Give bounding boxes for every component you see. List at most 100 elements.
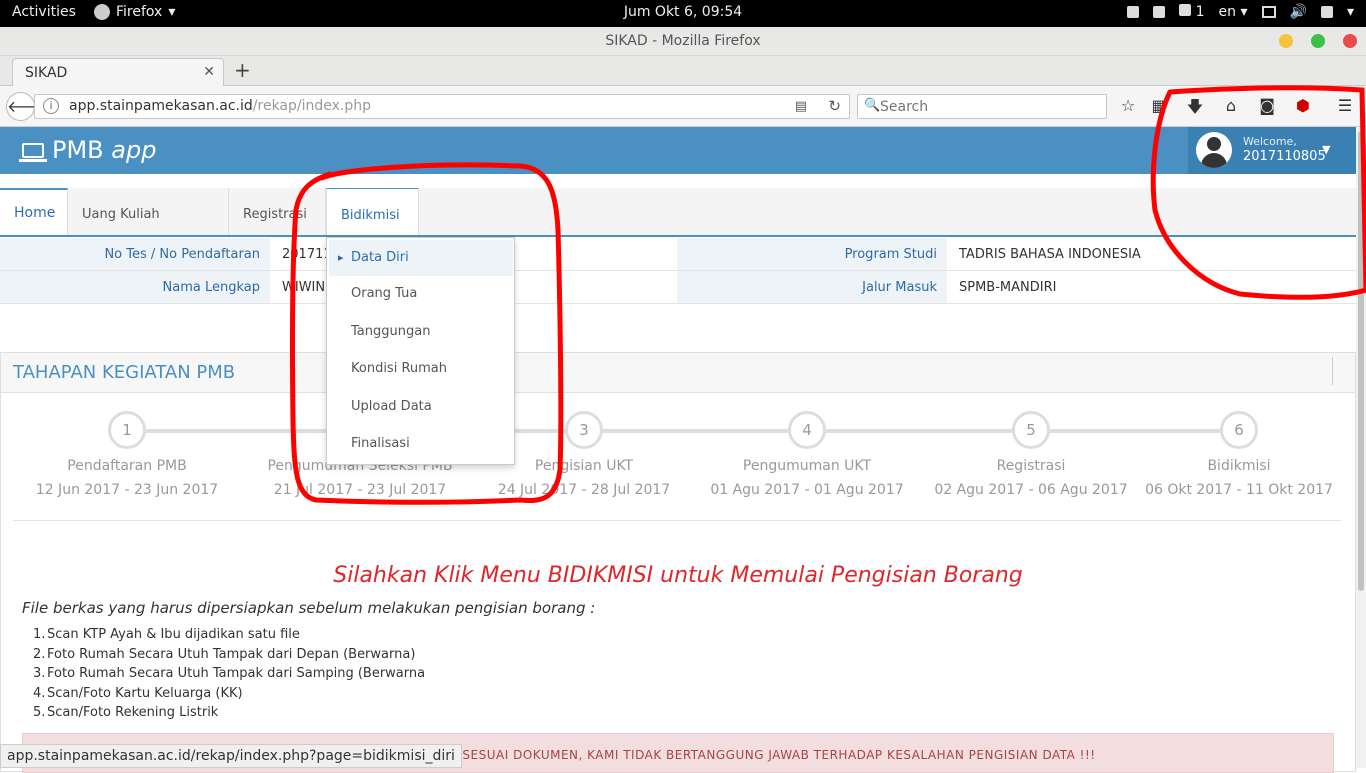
bookmarks-list-icon[interactable]: ▦	[1149, 96, 1169, 115]
menu-registrasi[interactable]: Registrasi ⌄	[229, 188, 326, 276]
workspace-indicator[interactable]: 1	[1179, 4, 1205, 20]
url-text[interactable]: app.stainpamekasan.ac.id/rekap/index.php	[69, 98, 371, 114]
workspace-number: 1	[1195, 4, 1205, 20]
step-1: 1 Pendaftaran PMB 12 Jun 2017 - 23 Jun 2…	[0, 411, 257, 498]
menu-home[interactable]: Home	[0, 188, 68, 235]
file-item-text: Scan KTP Ayah & Ibu dijadikan satu file	[47, 627, 300, 642]
main-menu: Home Uang Kuliah Tunggal ⌄ Registrasi ⌄ …	[0, 188, 1356, 277]
menu-bidikmisi-label: Bidikmisi	[341, 208, 400, 223]
battery-icon[interactable]	[1320, 6, 1333, 18]
notice-heading: Silahkan Klik Menu BIDIKMISI untuk Memul…	[333, 563, 1023, 588]
browser-tab[interactable]: SIKAD ✕	[12, 58, 224, 87]
search-input[interactable]	[880, 97, 1100, 116]
language-indicator[interactable]: en ▾	[1219, 4, 1248, 20]
volume-icon[interactable]: 🔊	[1290, 4, 1307, 20]
chevron-down-icon[interactable]: ▾	[1347, 4, 1354, 20]
pocket-icon[interactable]: ◙	[1257, 96, 1277, 115]
file-item-text: Foto Rumah Secara Utuh Tampak dari Depan…	[47, 646, 416, 662]
reload-icon[interactable]: ↻	[828, 97, 841, 115]
dropdown-item-kondisi-rumah[interactable]: Kondisi Rumah	[329, 351, 513, 387]
dropdown-item-upload-data[interactable]: Upload Data	[329, 389, 513, 425]
divider	[13, 520, 1341, 521]
back-button[interactable]: 🡐	[6, 92, 50, 121]
tab-strip: SIKAD ✕ +	[0, 56, 1366, 87]
step-6: 6 Bidikmisi 06 Okt 2017 - 11 Okt 2017	[1109, 411, 1366, 498]
menu-ukt[interactable]: Uang Kuliah Tunggal ⌄	[68, 188, 229, 276]
display-icon[interactable]	[1261, 6, 1276, 18]
menu-registrasi-label: Registrasi	[243, 207, 307, 222]
dropdown-item-data-diri[interactable]: Data Diri	[329, 240, 513, 276]
brand-suffix: app	[111, 136, 157, 164]
jalur-label: Jalur Masuk	[677, 271, 947, 303]
list-item: 3. Foto Rumah Secara Utuh Tampak dari Sam…	[33, 666, 426, 681]
dropdown-item-orang-tua[interactable]: Orang Tua	[329, 276, 513, 312]
window-title: SIKAD - Mozilla Firefox	[605, 33, 761, 49]
dropdown-item-finalisasi[interactable]: Finalisasi	[329, 426, 513, 462]
info-row: Nama Lengkap WIWIN Jalur Masuk SPMB-MAND…	[0, 271, 1356, 304]
close-window-button[interactable]	[1343, 34, 1357, 48]
menu-hamburger-icon[interactable]: ☰	[1335, 96, 1355, 115]
panel-tool-divider	[1332, 357, 1333, 385]
step-number: 4	[788, 411, 826, 449]
page-scrollbar[interactable]	[1356, 127, 1366, 768]
search-bar[interactable]: 🔍	[857, 94, 1107, 119]
step-4: 4 Pengumuman UKT 01 Agu 2017 - 01 Agu 20…	[677, 411, 937, 498]
menu-bidikmisi[interactable]: Bidikmisi ⌄	[326, 188, 419, 277]
step-date: 01 Agu 2017 - 01 Agu 2017	[710, 482, 904, 498]
url-host: app.stainpamekasan.ac.id	[69, 98, 253, 114]
reader-view-icon[interactable]: ▤	[795, 99, 807, 114]
panel-title: TAHAPAN KEGIATAN PMB	[13, 362, 236, 383]
bookmark-star-icon[interactable]: ☆	[1118, 96, 1138, 115]
dropdown-item-tanggungan[interactable]: Tanggungan	[329, 314, 513, 350]
system-tray[interactable]: 1 en ▾ 🔊 ▾	[1127, 4, 1354, 20]
welcome-label: Welcome,	[1243, 135, 1297, 148]
user-id: 2017110805	[1243, 149, 1326, 164]
ublock-icon[interactable]: ⬢	[1293, 96, 1313, 115]
maximize-button[interactable]	[1311, 34, 1325, 48]
app-brand[interactable]: PMB app	[19, 136, 157, 164]
step-number: 5	[1012, 411, 1050, 449]
tab-title: SIKAD	[25, 65, 68, 81]
file-list: 1. Scan KTP Ayah & Ibu dijadikan satu fil…	[33, 625, 426, 723]
step-date: 12 Jun 2017 - 23 Jun 2017	[35, 482, 219, 498]
prodi-label: Program Studi	[677, 238, 947, 270]
file-item-text: Scan/Foto Rekening Listrik	[47, 705, 219, 720]
list-item: 2. Foto Rumah Secara Utuh Tampak dari Dep…	[33, 646, 416, 662]
brand-name: PMB	[52, 136, 104, 164]
step-number: 1	[108, 411, 146, 449]
step-name: Pendaftaran PMB	[67, 458, 187, 474]
new-tab-button[interactable]: +	[234, 58, 251, 82]
list-item: 4. Scan/Foto Kartu Keluarga (KK)	[33, 685, 243, 701]
step-name: Bidikmisi	[1207, 458, 1271, 474]
scrollbar-thumb[interactable]	[1358, 131, 1364, 591]
step-date: 24 Jul 2017 - 28 Jul 2017	[497, 482, 671, 498]
list-item: 5. Scan/Foto Rekening Listrik	[33, 705, 219, 720]
step-date: 21 Jul 2017 - 23 Jul 2017	[273, 482, 447, 498]
window-title-bar: SIKAD - Mozilla Firefox	[0, 27, 1366, 56]
language-label: en	[1218, 4, 1237, 20]
clipboard-icon	[1179, 4, 1192, 16]
drive-icon[interactable]	[1153, 6, 1166, 18]
list-item: 1. Scan KTP Ayah & Ibu dijadikan satu fil…	[33, 627, 300, 642]
tahapan-panel: TAHAPAN KEGIATAN PMB 1 Pendaftaran PMB 1…	[0, 352, 1356, 773]
user-menu[interactable]: Welcome, 2017110805 ▼	[1188, 127, 1356, 174]
minimize-button[interactable]	[1279, 34, 1293, 48]
file-item-text: Foto Rumah Secara Utuh Tampak dari Sampi…	[47, 666, 426, 681]
laptop-icon	[19, 142, 47, 162]
intro-text: File berkas yang harus dipersiapkan sebe…	[22, 599, 596, 617]
sync-icon[interactable]	[1127, 6, 1140, 18]
step-number: 6	[1220, 411, 1258, 449]
no-tes-label: No Tes / No Pendaftaran	[0, 238, 270, 270]
info-icon[interactable]: i	[43, 98, 59, 114]
panel-header: TAHAPAN KEGIATAN PMB	[1, 353, 1355, 393]
home-icon[interactable]: ⌂	[1221, 96, 1241, 115]
url-path: /rekap/index.php	[252, 98, 372, 114]
close-tab-icon[interactable]: ✕	[203, 64, 215, 80]
nama-label: Nama Lengkap	[0, 271, 270, 303]
url-bar[interactable]: i app.stainpamekasan.ac.id/rekap/index.p…	[34, 94, 850, 119]
step-number: 3	[565, 411, 603, 449]
info-row: No Tes / No Pendaftaran 2017110805 Progr…	[0, 238, 1356, 271]
avatar	[1196, 132, 1232, 168]
downloads-icon[interactable]: 🡇	[1185, 96, 1205, 123]
search-icon: 🔍	[864, 98, 881, 113]
